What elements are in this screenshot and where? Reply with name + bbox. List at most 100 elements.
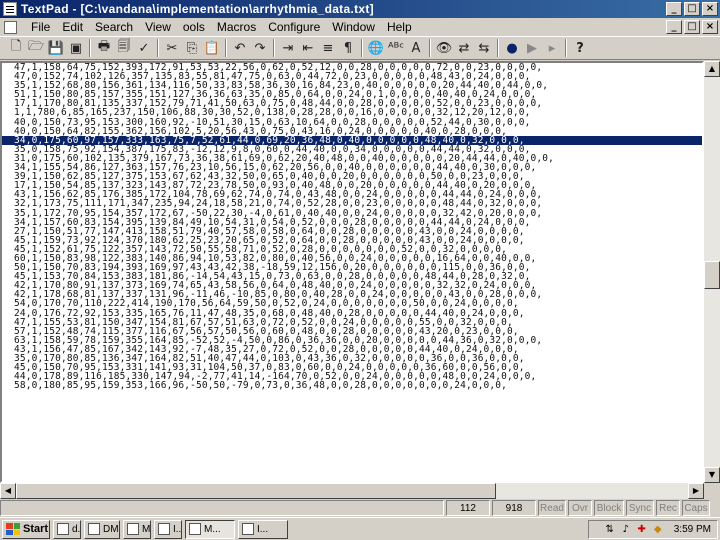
status-block-indicator: Block	[594, 500, 624, 516]
stop-macro-icon[interactable]: ▸	[542, 38, 562, 58]
abc-spell-icon[interactable]: ᴬᴮᶜ	[386, 38, 406, 58]
menu-bar: File Edit Search View ools Macros Config…	[0, 18, 720, 36]
application-icon	[242, 523, 254, 535]
vertical-scrollbar[interactable]: ▲ ▼	[704, 61, 720, 483]
clock[interactable]: 3:59 PM	[674, 524, 711, 535]
start-button[interactable]: Start	[2, 519, 50, 539]
toolbar-separator	[565, 39, 567, 57]
paste-icon[interactable]: 📋	[202, 38, 222, 58]
record-macro-icon[interactable]: ●	[502, 38, 522, 58]
document-icon[interactable]	[4, 20, 17, 34]
status-ovr-indicator: Ovr	[568, 500, 592, 516]
system-tray: ⇅ ♪ ✚ ◆ 3:59 PM	[588, 520, 718, 539]
volume-icon[interactable]: ♪	[620, 524, 632, 536]
new-file-icon[interactable]: 🗋	[6, 38, 26, 58]
paragraph-icon[interactable]: ¶	[338, 38, 358, 58]
taskbar-task-2[interactable]: DM	[84, 519, 120, 539]
scrollbar-corner	[704, 483, 720, 499]
status-sync-indicator: Sync	[626, 500, 654, 516]
scroll-down-arrow-icon[interactable]: ▼	[704, 467, 720, 483]
textpad-app-icon[interactable]	[3, 2, 17, 16]
antivirus-icon[interactable]: ✚	[636, 524, 648, 536]
task-label: DM	[103, 523, 119, 535]
application-icon	[127, 523, 139, 535]
taskbar-task-6[interactable]: I...	[238, 519, 288, 539]
open-folder-icon[interactable]: 🗁	[26, 38, 46, 58]
outdent-icon[interactable]: ⇤	[298, 38, 318, 58]
toolbar-separator	[157, 39, 159, 57]
taskbar-task-5-active[interactable]: M...	[185, 519, 235, 539]
window-controls: _ □ ×	[666, 2, 718, 16]
play-macro-icon[interactable]: ▶	[522, 38, 542, 58]
toolbar-separator	[497, 39, 499, 57]
maximize-button[interactable]: □	[684, 2, 700, 16]
taskbar-task-1[interactable]: d...	[53, 519, 81, 539]
horizontal-scroll-thumb[interactable]	[16, 483, 496, 499]
vertical-scroll-thumb[interactable]	[704, 261, 720, 289]
status-line-number: 112	[446, 500, 490, 516]
undo-icon[interactable]: ↶	[230, 38, 250, 58]
toolbar: 🗋 🗁 💾 ▣ 🖶 🗐 ✓ ✂ ⎘ 📋 ↶ ↷ ⇥ ⇤ ≡ ¶ 🌐 ᴬᴮᶜ A …	[0, 36, 720, 60]
task-label: M...	[142, 523, 151, 535]
help-icon[interactable]: ?	[570, 38, 590, 58]
folder-icon	[88, 523, 100, 535]
doc-minimize-button[interactable]: _	[666, 20, 682, 34]
status-bar: 112 918 Read Ovr Block Sync Rec Caps	[0, 499, 720, 517]
scroll-right-arrow-icon[interactable]: ▶	[688, 483, 704, 499]
sync-icon[interactable]: ⇄	[454, 38, 474, 58]
print-icon[interactable]: 🖶	[94, 38, 114, 58]
close-button[interactable]: ×	[702, 2, 718, 16]
redo-icon[interactable]: ↷	[250, 38, 270, 58]
start-label: Start	[23, 523, 49, 535]
view-icon[interactable]: 👁	[434, 38, 454, 58]
menu-macros[interactable]: Macros	[211, 20, 262, 34]
copy-icon[interactable]: ⎘	[182, 38, 202, 58]
web-icon[interactable]: 🌐	[366, 38, 386, 58]
menu-view[interactable]: View	[139, 20, 177, 34]
doc-close-button[interactable]: ×	[702, 20, 718, 34]
toolbar-separator	[429, 39, 431, 57]
taskbar-task-3[interactable]: M...	[123, 519, 151, 539]
toolbar-separator	[89, 39, 91, 57]
status-read-indicator: Read	[538, 500, 566, 516]
title-bar[interactable]: TextPad - [C:\vandana\implementation\arr…	[0, 0, 720, 18]
status-rec-indicator: Rec	[656, 500, 680, 516]
scroll-left-arrow-icon[interactable]: ◀	[0, 483, 16, 499]
print-preview-icon[interactable]: 🗐	[114, 38, 134, 58]
document-window-controls: _ □ ×	[666, 20, 718, 34]
save-icon[interactable]: 💾	[46, 38, 66, 58]
shield-icon[interactable]: ◆	[652, 524, 664, 536]
toolbar-separator	[361, 39, 363, 57]
toolbar-separator	[225, 39, 227, 57]
text-line[interactable]: 58,0,180,85,95,159,353,166,96,-50,50,-79…	[2, 381, 702, 391]
status-message-panel	[0, 500, 444, 516]
menu-window[interactable]: Window	[326, 20, 381, 34]
doc-restore-button[interactable]: □	[684, 20, 700, 34]
menu-edit[interactable]: Edit	[56, 20, 89, 34]
word-wrap-icon[interactable]: ≡	[318, 38, 338, 58]
save-all-icon[interactable]: ▣	[66, 38, 86, 58]
network-icon[interactable]: ⇅	[604, 524, 616, 536]
spell-check-icon[interactable]: ✓	[134, 38, 154, 58]
cut-icon[interactable]: ✂	[162, 38, 182, 58]
taskbar-task-4[interactable]: I...	[154, 519, 182, 539]
menu-tools[interactable]: ools	[177, 20, 211, 34]
windows-logo-icon	[6, 523, 20, 535]
compare-icon[interactable]: ⇆	[474, 38, 494, 58]
status-column-number: 918	[492, 500, 536, 516]
menu-help[interactable]: Help	[381, 20, 418, 34]
task-label: M...	[204, 523, 221, 535]
taskbar: Start d... DM M... I... M... I... ⇅ ♪ ✚ …	[0, 517, 720, 540]
menu-configure[interactable]: Configure	[262, 20, 326, 34]
textpad-icon	[189, 523, 201, 535]
scroll-up-arrow-icon[interactable]: ▲	[704, 61, 720, 77]
text-editor[interactable]: 47,1,158,64,75,152,393,172,91,53,53,22,5…	[0, 61, 704, 483]
minimize-button[interactable]: _	[666, 2, 682, 16]
font-icon[interactable]: A	[406, 38, 426, 58]
menu-search[interactable]: Search	[89, 20, 139, 34]
horizontal-scrollbar[interactable]: ◀ ▶	[0, 483, 704, 499]
indent-icon[interactable]: ⇥	[278, 38, 298, 58]
task-label: I...	[257, 523, 269, 535]
menu-file[interactable]: File	[25, 20, 56, 34]
task-label: I...	[173, 523, 182, 535]
